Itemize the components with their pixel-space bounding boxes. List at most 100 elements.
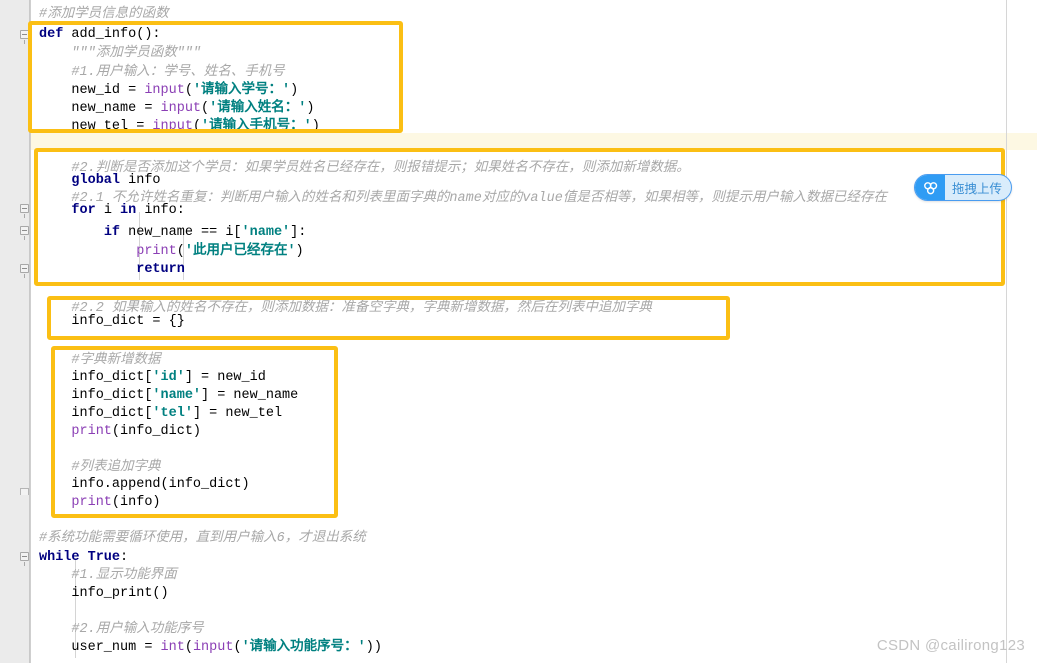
- code-line[interactable]: global info: [39, 172, 161, 191]
- fold-toggle-icon[interactable]: [20, 226, 29, 240]
- code-line[interactable]: #列表追加字典: [39, 459, 161, 478]
- code-token-plain: new_name =: [39, 101, 161, 116]
- code-token-plain: ): [306, 101, 315, 116]
- code-line[interactable]: info.append(info_dict): [39, 476, 250, 495]
- code-line[interactable]: #2.用户输入功能序号: [39, 621, 204, 640]
- code-token-plain: ] = new_name: [201, 388, 299, 403]
- code-line[interactable]: #1.显示功能界面: [39, 567, 177, 586]
- editor-gutter[interactable]: [0, 0, 30, 663]
- cloud-upload-icon: [915, 175, 945, 200]
- code-line[interactable]: #添加学员信息的函数: [39, 6, 169, 25]
- code-token-plain: (: [184, 640, 193, 655]
- code-token-str: '请输入功能序号：': [241, 640, 366, 655]
- fold-toggle-icon[interactable]: [20, 488, 29, 495]
- code-token-bi: int: [160, 640, 185, 655]
- code-token-kw: for: [71, 203, 96, 218]
- code-line[interactable]: print(info): [39, 494, 161, 513]
- code-token-bi: print: [71, 424, 112, 439]
- code-line[interactable]: def add_info():: [39, 26, 161, 45]
- code-token-cmt: #1.用户输入：学号、姓名、手机号: [39, 65, 285, 80]
- code-line[interactable]: info_dict['tel'] = new_tel: [39, 405, 282, 424]
- code-token-kw: global: [71, 173, 121, 188]
- code-token-str: 'name': [152, 388, 202, 403]
- code-token-plain: (: [184, 83, 193, 98]
- code-token-plain: )): [365, 640, 382, 655]
- code-token-plain: ] = new_tel: [192, 406, 283, 421]
- code-line[interactable]: info_dict['name'] = new_name: [39, 387, 298, 406]
- code-line[interactable]: info_dict = {}: [39, 313, 184, 332]
- fold-toggle-icon[interactable]: [20, 264, 29, 278]
- code-line[interactable]: for i in info:: [39, 202, 185, 221]
- code-token-plain: info:: [136, 203, 185, 218]
- fold-toggle-icon[interactable]: [20, 30, 29, 44]
- code-token-kw: while True: [39, 550, 121, 565]
- code-token-plain: (info): [111, 495, 161, 510]
- code-token-plain: ): [295, 244, 304, 259]
- code-token-plain: :: [120, 550, 129, 565]
- code-token-plain: user_num =: [39, 640, 161, 655]
- code-line[interactable]: info_print(): [39, 585, 169, 604]
- code-line[interactable]: print(info_dict): [39, 423, 201, 442]
- code-token-plain: info_dict[: [39, 370, 153, 385]
- code-token-str: 'id': [152, 370, 185, 385]
- code-token-bi: input: [144, 83, 185, 98]
- code-line[interactable]: """添加学员函数""": [39, 45, 201, 64]
- code-token-kw: if: [103, 225, 121, 240]
- code-line[interactable]: info_dict['id'] = new_id: [39, 369, 266, 388]
- code-token-str: '请输入手机号：': [201, 119, 312, 134]
- code-token-cmt: #1.显示功能界面: [39, 568, 177, 583]
- code-token-plain: (: [201, 101, 210, 116]
- code-line[interactable]: while True:: [39, 549, 128, 568]
- code-token-cmt: #字典新增数据: [39, 353, 161, 368]
- code-line[interactable]: user_num = int(input('请输入功能序号：')): [39, 639, 382, 658]
- code-line[interactable]: #1.用户输入：学号、姓名、手机号: [39, 64, 285, 83]
- code-line[interactable]: if new_name == i['name']:: [39, 224, 307, 243]
- drag-upload-label: 拖拽上传: [952, 182, 1003, 196]
- code-line[interactable]: new_name = input('请输入姓名：'): [39, 100, 314, 119]
- code-token-cmt: #列表追加字典: [39, 460, 161, 475]
- code-token-plain: i: [95, 203, 121, 218]
- code-line[interactable]: new_id = input('请输入学号：'): [39, 82, 298, 101]
- code-token-kw: in: [120, 203, 137, 218]
- code-area[interactable]: #添加学员信息的函数 def add_info(): """添加学员函数""" #…: [31, 0, 1037, 663]
- fold-toggle-icon[interactable]: [20, 204, 29, 218]
- code-token-plain: ]:: [290, 225, 307, 240]
- code-token-plain: ] = new_id: [184, 370, 266, 385]
- code-token-bi: print: [136, 244, 177, 259]
- code-line[interactable]: print('此用户已经存在'): [39, 243, 304, 262]
- code-token-plain: (: [192, 119, 202, 134]
- code-token-str: '请输入姓名：': [209, 101, 307, 116]
- code-token-plain: new_name == i[: [120, 225, 242, 240]
- fold-toggle-icon[interactable]: [20, 552, 29, 566]
- code-line[interactable]: new_tel = input('请输入手机号：'): [39, 118, 320, 137]
- code-token-kw: def: [39, 27, 64, 42]
- code-line[interactable]: #系统功能需要循环使用，直到用户输入6，才退出系统: [39, 530, 366, 549]
- code-token-plain: info_dict[: [39, 388, 153, 403]
- code-token-plain: info: [120, 173, 161, 188]
- code-token-plain: (: [233, 640, 242, 655]
- right-margin-ruler: [1006, 0, 1007, 663]
- code-token-str: 'name': [241, 225, 291, 240]
- code-token-bi: input: [192, 640, 234, 655]
- code-token-cmt: #2.用户输入功能序号: [39, 622, 204, 637]
- code-token-plain: (info_dict): [111, 424, 202, 439]
- code-token-plain: ): [290, 83, 299, 98]
- code-line[interactable]: return: [39, 261, 185, 280]
- code-token-str: '请输入学号：': [192, 83, 291, 98]
- code-token-bi: input: [152, 119, 193, 134]
- drag-upload-widget[interactable]: 拖拽上传: [914, 174, 1013, 201]
- code-token-plain: info.append(info_dict): [39, 477, 250, 492]
- code-token-plain: ): [311, 119, 320, 134]
- code-line[interactable]: #字典新增数据: [39, 352, 161, 371]
- code-token-bi: input: [160, 101, 202, 116]
- code-token-str: '此用户已经存在': [184, 244, 296, 259]
- code-token-plain: info_print(): [39, 586, 169, 601]
- code-token-kw: return: [136, 262, 185, 277]
- code-token-plain: add_info():: [63, 27, 161, 42]
